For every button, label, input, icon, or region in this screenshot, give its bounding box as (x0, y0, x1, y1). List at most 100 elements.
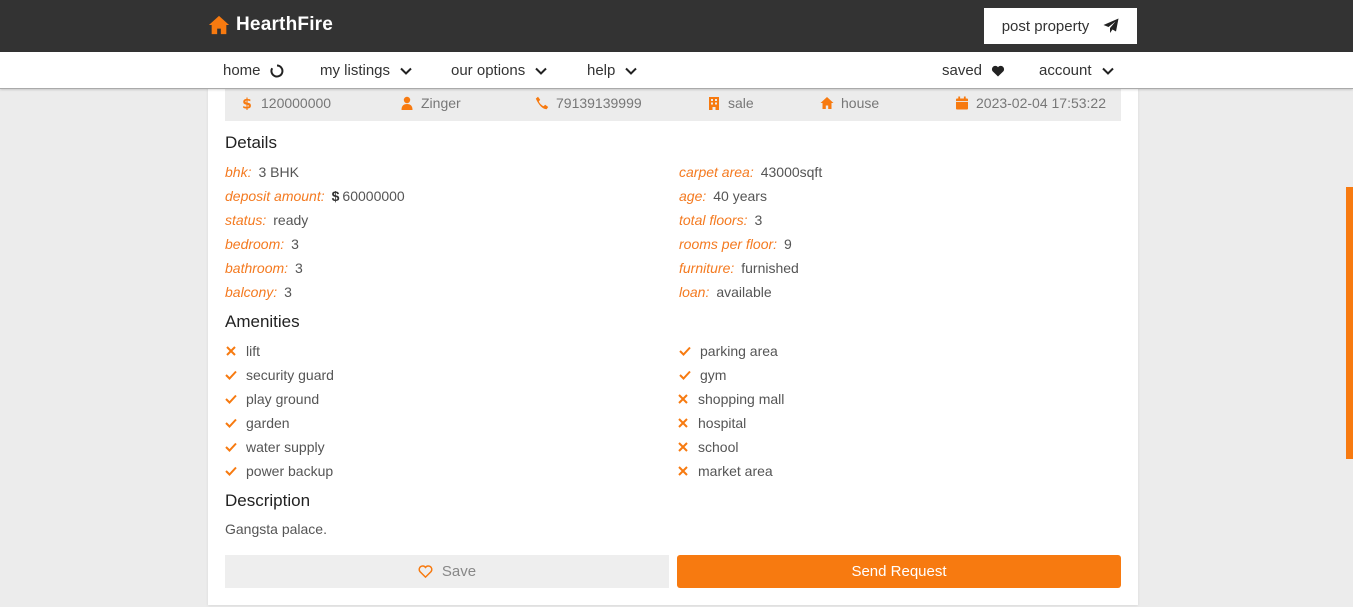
listing-posted-date: 2023-02-04 17:53:22 (955, 84, 1106, 121)
amenity-name: garden (246, 415, 290, 431)
detail-furniture: furniture: furnished (679, 260, 799, 276)
detail-value: 3 (284, 284, 292, 300)
description-text: Gangsta palace. (225, 521, 327, 537)
check-icon (225, 394, 237, 404)
cross-icon (678, 442, 688, 452)
listing-phone: 79139139999 (535, 84, 642, 121)
detail-value: available (716, 284, 772, 300)
check-icon (679, 346, 691, 356)
calendar-icon (956, 96, 968, 109)
detail-age: age: 40 years (679, 188, 767, 204)
paper-plane-icon (1103, 18, 1119, 33)
scrollbar-thumb[interactable] (1346, 187, 1353, 459)
nav-bar: home my listings our options help saved … (0, 52, 1353, 89)
amenity-name: power backup (246, 463, 334, 479)
detail-label: status: (225, 212, 267, 228)
cross-icon (678, 394, 688, 404)
detail-carpet-area: carpet area: 43000sqft (679, 164, 822, 180)
heart-outline-icon (418, 565, 433, 579)
loading-spinner-icon (270, 64, 283, 77)
check-icon (225, 370, 237, 380)
listing-category: house (820, 84, 879, 121)
detail-label: deposit amount: (225, 188, 325, 204)
check-icon (679, 370, 691, 380)
amenity-name: water supply (246, 439, 325, 455)
svg-text:$: $ (242, 96, 252, 110)
nav-saved-label: saved (942, 62, 983, 79)
nav-help[interactable]: help (587, 52, 638, 89)
listing-info-bar: $ 120000000 Zinger 79139139999 sale hous… (225, 84, 1121, 121)
nav-account[interactable]: account (1039, 52, 1115, 89)
amenities-heading: Amenities (225, 312, 300, 331)
detail-bhk: bhk: 3 BHK (225, 164, 299, 180)
amenity-gym: gym (679, 367, 726, 383)
listing-price: $ 120000000 (240, 84, 331, 121)
detail-label: bedroom: (225, 236, 285, 252)
nav-saved[interactable]: saved (942, 52, 1005, 89)
detail-rooms-per-floor: rooms per floor: 9 (679, 236, 792, 252)
amenity-name: hospital (698, 415, 747, 431)
detail-bathroom: bathroom: 3 (225, 260, 303, 276)
amenity-name: market area (698, 463, 773, 479)
detail-value: 43000sqft (760, 164, 823, 180)
send-request-label: Send Request (851, 563, 947, 580)
amenity-lift: lift (225, 343, 260, 359)
detail-value: 3 (754, 212, 763, 228)
listing-category-value: house (841, 94, 880, 111)
nav-our-options[interactable]: our options (451, 52, 548, 89)
top-bar: HearthFire post property (0, 0, 1353, 52)
nav-home[interactable]: home (223, 52, 284, 89)
detail-value: 3 (291, 236, 299, 252)
listing-type-value: sale (728, 94, 754, 111)
detail-label: furniture: (679, 260, 735, 276)
detail-loan: loan: available (679, 284, 772, 300)
home-icon (820, 96, 834, 109)
nav-my-listings-label: my listings (320, 62, 391, 79)
listing-owner-value: Zinger (421, 94, 461, 111)
brand-logo[interactable]: HearthFire (208, 14, 333, 36)
listing-owner: Zinger (400, 84, 461, 121)
detail-value: 3 (295, 260, 303, 276)
detail-label: carpet area: (679, 164, 754, 180)
detail-label: total floors: (679, 212, 748, 228)
save-button[interactable]: Save (225, 555, 669, 588)
nav-my-listings[interactable]: my listings (320, 52, 413, 89)
amenity-name: lift (246, 343, 260, 359)
user-icon (401, 96, 413, 110)
description-heading: Description (225, 491, 311, 510)
check-icon (225, 442, 237, 452)
chevron-down-icon (1101, 67, 1114, 75)
detail-label: balcony: (225, 284, 278, 300)
check-icon (225, 466, 237, 476)
brand-name: HearthFire (236, 14, 334, 35)
amenity-name: parking area (700, 343, 778, 359)
chevron-down-icon (535, 67, 547, 75)
amenity-play-ground: play ground (225, 391, 319, 407)
amenity-name: gym (700, 367, 727, 383)
amenity-shopping-mall: shopping mall (677, 391, 784, 407)
amenity-name: school (698, 439, 739, 455)
detail-value: 60000000 (342, 188, 405, 204)
detail-value: 9 (784, 236, 792, 252)
send-request-button[interactable]: Send Request (677, 555, 1121, 588)
post-property-label: post property (1001, 17, 1090, 35)
post-property-button[interactable]: post property (984, 8, 1137, 44)
detail-balcony: balcony: 3 (225, 284, 292, 300)
amenity-market-area: market area (677, 463, 773, 479)
nav-help-label: help (587, 62, 616, 79)
detail-bedroom: bedroom: 3 (225, 236, 299, 252)
amenity-school: school (677, 439, 738, 455)
listing-posted-date-value: 2023-02-04 17:53:22 (976, 94, 1106, 111)
listing-card: $ 120000000 Zinger 79139139999 sale hous… (208, 84, 1138, 605)
detail-value: ready (273, 212, 309, 228)
amenity-water-supply: water supply (225, 439, 325, 455)
detail-value: 40 years (713, 188, 767, 204)
amenity-power-backup: power backup (225, 463, 333, 479)
detail-label: loan: (679, 284, 710, 300)
check-icon (225, 418, 237, 428)
listing-price-value: 120000000 (261, 94, 332, 111)
listing-type: sale (707, 84, 754, 121)
detail-label: age: (679, 188, 707, 204)
cross-icon (678, 418, 688, 428)
nav-home-label: home (223, 62, 261, 79)
